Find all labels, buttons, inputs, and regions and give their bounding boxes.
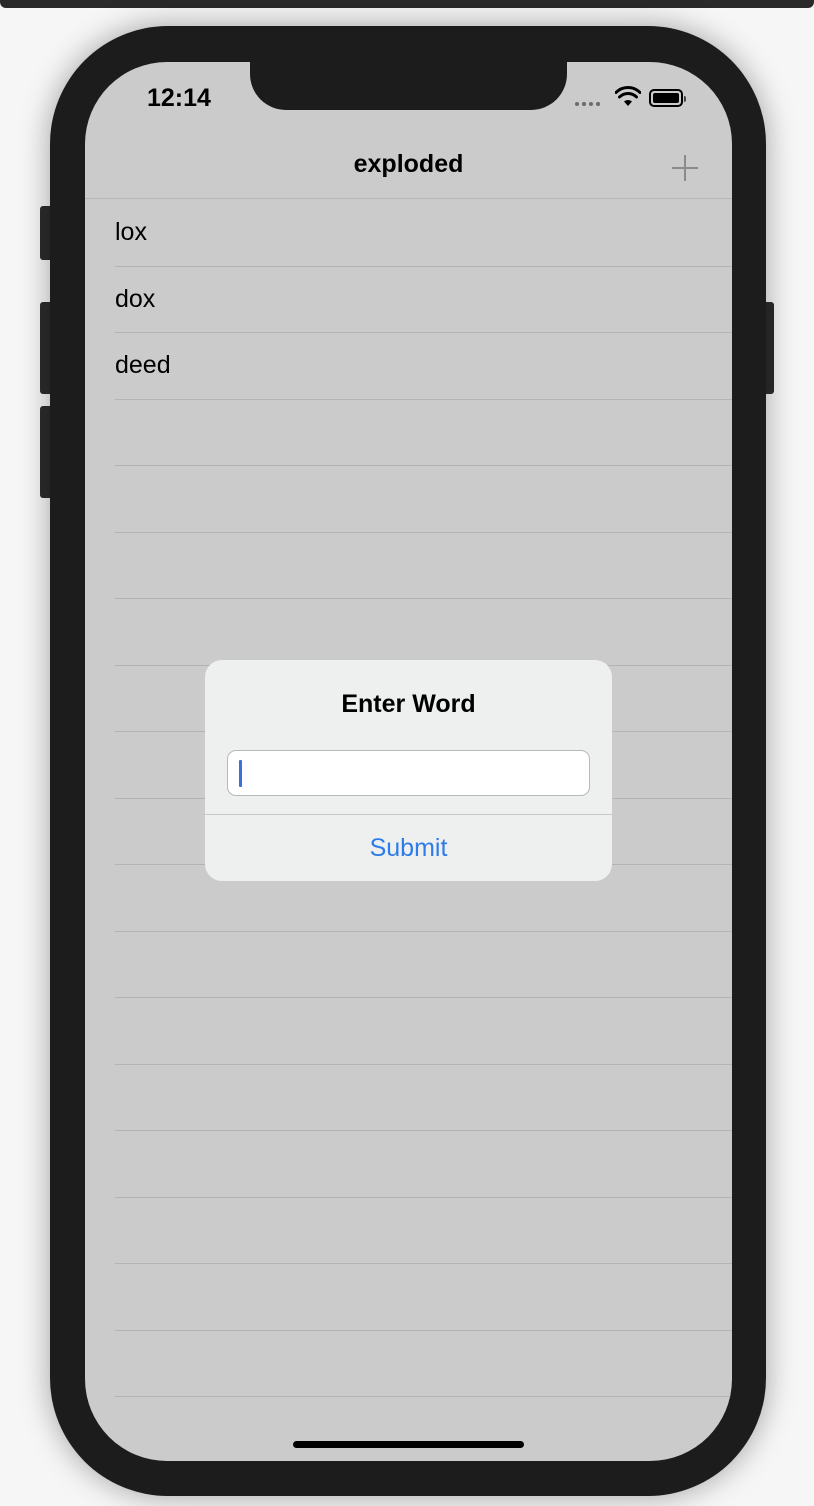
list-item — [115, 1331, 732, 1397]
nav-title: exploded — [353, 150, 464, 178]
phone-screen: 12:14 exploded lox dox deed Enter Word S… — [85, 62, 732, 1461]
list-item — [115, 533, 732, 599]
home-indicator[interactable] — [293, 1441, 524, 1448]
notch — [250, 62, 567, 110]
navigation-bar: exploded — [85, 134, 732, 199]
list-item[interactable]: dox — [115, 267, 732, 333]
status-time: 12:14 — [147, 84, 211, 112]
list-item — [115, 998, 732, 1065]
list-item[interactable]: deed — [115, 333, 732, 400]
list-item — [115, 599, 732, 666]
window-top-bar — [0, 0, 814, 8]
word-input[interactable] — [227, 750, 590, 796]
cellular-signal-icon — [575, 102, 600, 106]
add-button[interactable] — [669, 152, 701, 184]
enter-word-alert: Enter Word Submit — [205, 660, 612, 881]
list-item — [115, 400, 732, 466]
list-item — [115, 1131, 732, 1198]
alert-title: Enter Word — [341, 690, 476, 718]
list-item — [115, 1198, 732, 1264]
list-item — [115, 1397, 732, 1461]
list-item[interactable]: lox — [115, 200, 732, 267]
list-item — [115, 1065, 732, 1131]
list-item-label: lox — [115, 218, 147, 246]
submit-button[interactable]: Submit — [205, 815, 612, 881]
list-item — [115, 932, 732, 998]
list-item — [115, 466, 732, 533]
battery-icon — [649, 89, 686, 107]
text-caret — [239, 760, 242, 787]
list-item-label: deed — [115, 351, 171, 379]
list-item — [115, 1264, 732, 1331]
list-item-label: dox — [115, 284, 156, 313]
wifi-icon — [615, 86, 641, 106]
